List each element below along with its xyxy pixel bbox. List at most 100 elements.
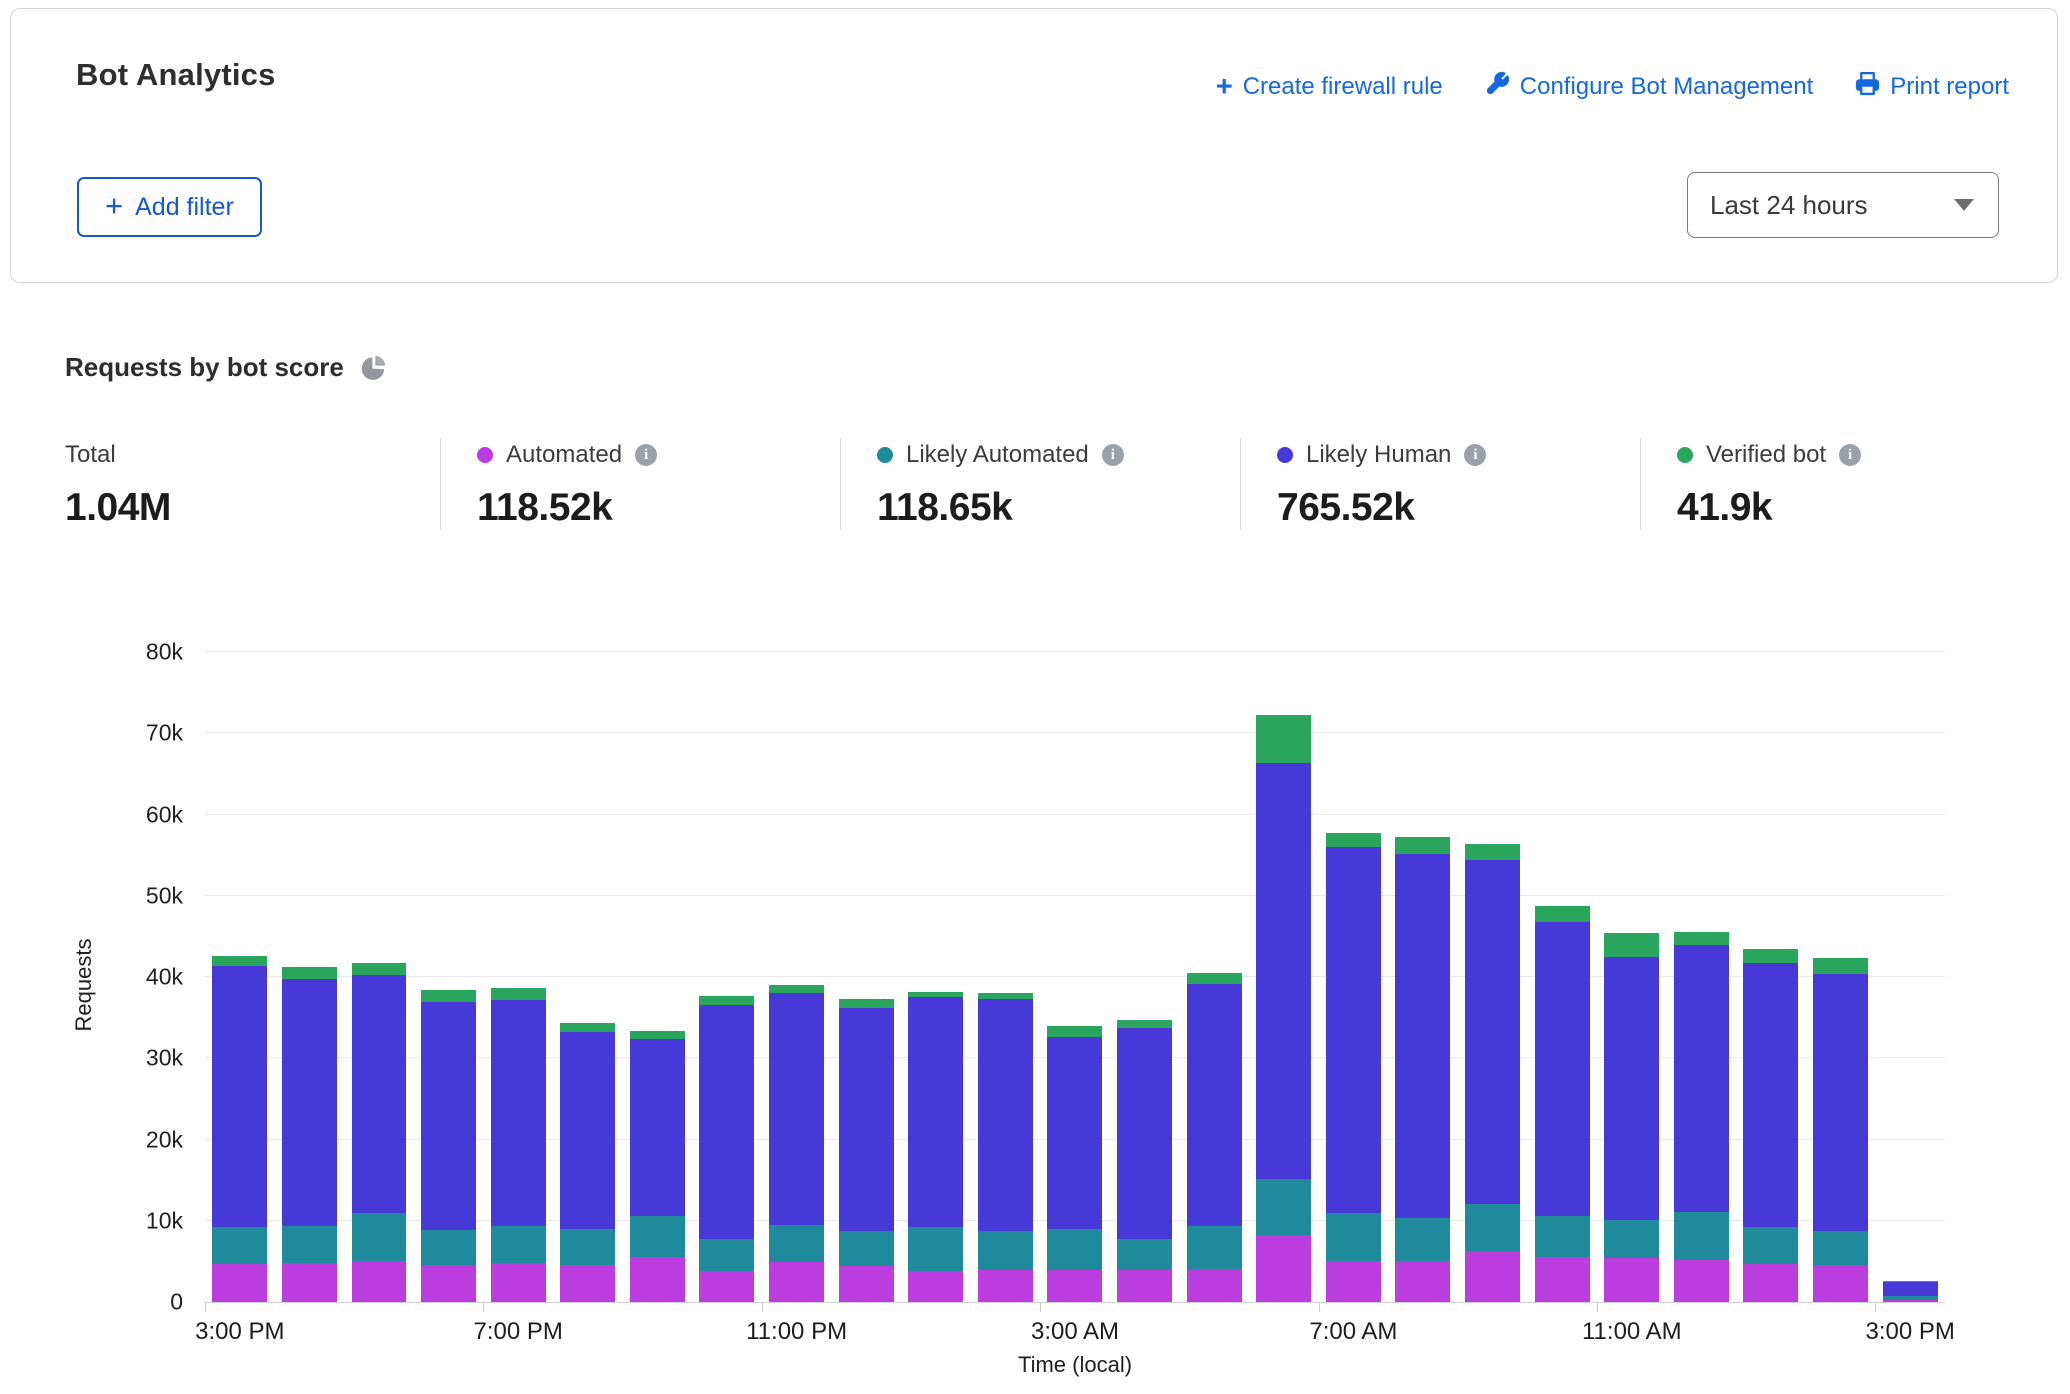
stacked-bar: [1813, 958, 1868, 1302]
segment-verified-bot: [1535, 906, 1590, 922]
segment-likely-human: [699, 1005, 754, 1239]
likely-human-legend-dot: [1277, 447, 1293, 463]
wrench-icon: [1485, 71, 1510, 103]
section-title-row: Requests by bot score: [65, 352, 387, 383]
bar-100am[interactable]: [901, 652, 971, 1302]
segment-likely-human: [1604, 957, 1659, 1220]
segment-likely-human: [1535, 922, 1590, 1216]
segment-automated: [1535, 1257, 1590, 1303]
segment-likely-automated: [1187, 1226, 1242, 1269]
segment-likely-automated: [699, 1239, 754, 1272]
segment-likely-automated: [1395, 1218, 1450, 1260]
bar-1200am[interactable]: [831, 652, 901, 1302]
bar-900am[interactable]: [1458, 652, 1528, 1302]
stacked-bar: [839, 999, 894, 1302]
bar-800am[interactable]: [1388, 652, 1458, 1302]
bar-300pm[interactable]: [205, 652, 275, 1302]
bar-300pm[interactable]: [1875, 652, 1945, 1302]
bar-900pm[interactable]: [623, 652, 693, 1302]
stat-likely-automated-label: Likely Automated: [906, 441, 1089, 469]
stacked-bar: [352, 963, 407, 1302]
y-tick-label: 80k: [146, 639, 183, 666]
x-tick-label: 11:00 AM: [1582, 1318, 1682, 1346]
bar-400pm[interactable]: [275, 652, 345, 1302]
page-title: Bot Analytics: [76, 57, 276, 93]
pie-chart-icon: [360, 354, 387, 381]
verified-bot-legend-dot: [1677, 447, 1693, 463]
segment-likely-human: [491, 1000, 546, 1227]
info-icon[interactable]: i: [635, 444, 657, 466]
section-title: Requests by bot score: [65, 352, 344, 383]
y-tick-label: 40k: [146, 964, 183, 991]
time-range-select[interactable]: Last 24 hours: [1687, 172, 1999, 238]
segment-likely-automated: [769, 1225, 824, 1262]
segment-likely-automated: [560, 1229, 615, 1266]
segment-verified-bot: [1047, 1026, 1102, 1037]
segment-likely-automated: [421, 1230, 476, 1266]
stacked-bar: [212, 956, 267, 1302]
stacked-bar: [1883, 1281, 1938, 1302]
x-tick-mark: [1040, 1302, 1041, 1312]
segment-likely-automated: [212, 1227, 267, 1264]
bar-200am[interactable]: [971, 652, 1041, 1302]
bar-500pm[interactable]: [344, 652, 414, 1302]
segment-automated: [421, 1265, 476, 1302]
stacked-bar: [491, 988, 546, 1302]
configure-bot-management-link[interactable]: Configure Bot Management: [1485, 71, 1814, 103]
segment-verified-bot: [560, 1023, 615, 1032]
segment-likely-human: [978, 999, 1033, 1231]
info-icon[interactable]: i: [1839, 444, 1861, 466]
bar-200pm[interactable]: [1806, 652, 1876, 1302]
x-tick-mark: [1875, 1302, 1876, 1312]
bar-400am[interactable]: [1110, 652, 1180, 1302]
bar-600am[interactable]: [1249, 652, 1319, 1302]
bar-600pm[interactable]: [414, 652, 484, 1302]
segment-likely-automated: [1743, 1227, 1798, 1264]
segment-verified-bot: [491, 988, 546, 1000]
stat-verified-bot-value: 41.9k: [1677, 486, 2020, 530]
add-filter-button[interactable]: + Add filter: [77, 177, 262, 237]
segment-automated: [1813, 1265, 1868, 1302]
print-report-link[interactable]: Print report: [1855, 71, 2009, 103]
segment-verified-bot: [839, 999, 894, 1008]
bar-300am[interactable]: [1040, 652, 1110, 1302]
stacked-bar: [1187, 973, 1242, 1302]
create-firewall-rule-link[interactable]: + Create firewall rule: [1216, 73, 1443, 101]
stat-automated-value: 118.52k: [477, 486, 820, 530]
segment-likely-human: [630, 1039, 685, 1216]
bar-1200pm[interactable]: [1666, 652, 1736, 1302]
info-icon[interactable]: i: [1102, 444, 1124, 466]
bar-1000pm[interactable]: [692, 652, 762, 1302]
segment-automated: [1465, 1251, 1520, 1302]
segment-likely-automated: [1465, 1204, 1520, 1251]
bar-700pm[interactable]: [483, 652, 553, 1302]
x-tick-label: 3:00 AM: [1031, 1318, 1119, 1346]
segment-likely-human: [1743, 963, 1798, 1227]
x-tick-label: 3:00 PM: [195, 1318, 284, 1346]
stat-verified-bot-label: Verified bot: [1706, 441, 1826, 469]
x-tick-label: 7:00 AM: [1309, 1318, 1397, 1346]
segment-verified-bot: [699, 996, 754, 1005]
segment-likely-human: [1187, 984, 1242, 1226]
bar-1000am[interactable]: [1527, 652, 1597, 1302]
stacked-bar: [1674, 932, 1729, 1303]
segment-automated: [1395, 1261, 1450, 1302]
segment-automated: [1187, 1269, 1242, 1302]
segment-likely-human: [1326, 847, 1381, 1213]
x-tick-label: 3:00 PM: [1865, 1318, 1954, 1346]
segment-verified-bot: [212, 956, 267, 967]
bar-700am[interactable]: [1319, 652, 1389, 1302]
info-icon[interactable]: i: [1464, 444, 1486, 466]
segment-likely-human: [769, 993, 824, 1225]
segment-likely-automated: [1256, 1179, 1311, 1235]
bar-800pm[interactable]: [553, 652, 623, 1302]
bar-1100pm[interactable]: [762, 652, 832, 1302]
stat-total: Total 1.04M: [65, 438, 440, 530]
segment-automated: [1256, 1235, 1311, 1302]
segment-verified-bot: [352, 963, 407, 975]
bar-100pm[interactable]: [1736, 652, 1806, 1302]
bar-500am[interactable]: [1179, 652, 1249, 1302]
bar-1100am[interactable]: [1597, 652, 1667, 1302]
segment-automated: [1674, 1260, 1729, 1302]
segment-likely-human: [1883, 1282, 1938, 1297]
